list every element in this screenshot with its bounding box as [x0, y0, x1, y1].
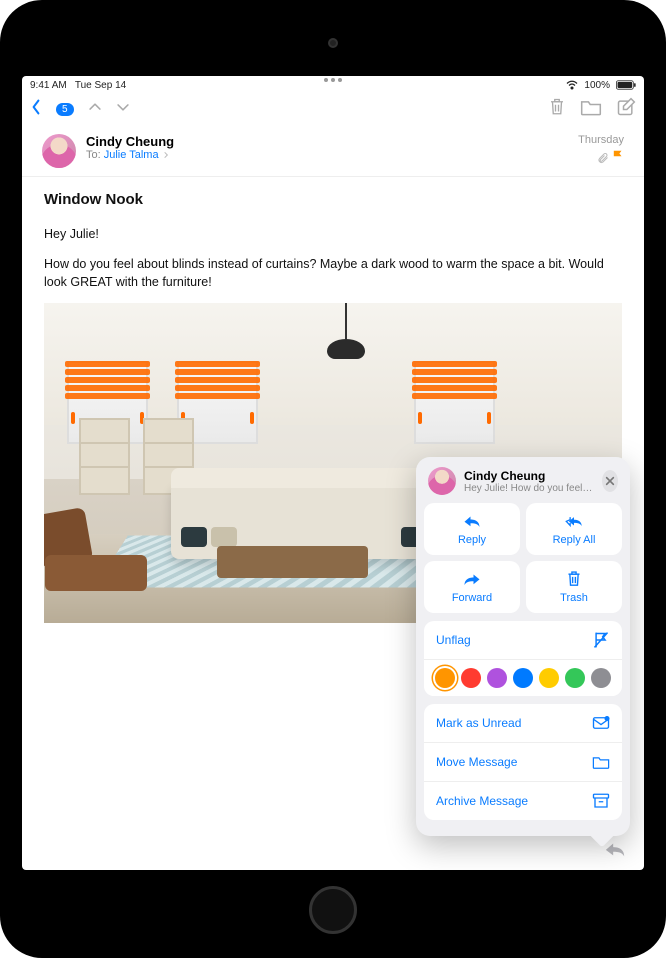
message-actions-sheet: Cindy Cheung Hey Julie! How do you feel …: [416, 457, 630, 836]
forward-icon: [463, 570, 481, 588]
flag-color-dot[interactable]: [513, 668, 533, 688]
trash-action-button[interactable]: Trash: [526, 561, 622, 613]
sender-avatar[interactable]: [42, 134, 76, 168]
flag-color-row: [424, 659, 622, 696]
ipad-device-frame: 9:41 AM Tue Sep 14 100%: [0, 0, 666, 958]
sheet-preview-text: Hey Julie! How do you feel ab…: [464, 483, 594, 494]
mail-unread-icon: [592, 714, 610, 732]
flag-icon: [612, 155, 624, 167]
move-message-label: Move Message: [436, 755, 517, 769]
wifi-icon: [566, 80, 578, 90]
message-header: Cindy Cheung To: Julie Talma Thursday: [22, 124, 644, 177]
folder-icon: [592, 753, 610, 771]
to-label: To:: [86, 149, 101, 161]
message-indicators: [597, 150, 624, 167]
archive-message-row[interactable]: Archive Message: [424, 781, 622, 820]
back-button[interactable]: [30, 99, 42, 120]
status-bar: 9:41 AM Tue Sep 14 100%: [22, 76, 644, 94]
front-camera: [328, 38, 338, 48]
home-button[interactable]: [309, 886, 357, 934]
prev-message-button[interactable]: [88, 100, 102, 118]
unflag-label: Unflag: [436, 633, 471, 647]
attachment-icon: [597, 152, 609, 164]
screen: 9:41 AM Tue Sep 14 100%: [22, 76, 644, 870]
inbox-count-badge[interactable]: 5: [56, 103, 74, 116]
flag-color-dot[interactable]: [539, 668, 559, 688]
reply-toolbar-button[interactable]: [604, 839, 626, 864]
sheet-header: Cindy Cheung Hey Julie! How do you feel …: [424, 465, 622, 503]
sheet-avatar: [428, 467, 456, 495]
message-subject: Window Nook: [44, 189, 622, 211]
trash-icon: [565, 570, 583, 588]
sheet-sender-name: Cindy Cheung: [464, 469, 594, 483]
message-greeting: Hey Julie!: [44, 225, 622, 243]
unflag-row[interactable]: Unflag: [424, 621, 622, 659]
battery-percent: 100%: [584, 80, 610, 91]
flag-color-dot[interactable]: [487, 668, 507, 688]
message-date: Thursday: [578, 134, 624, 146]
flag-color-dot[interactable]: [565, 668, 585, 688]
next-message-button[interactable]: [116, 100, 130, 118]
move-folder-button[interactable]: [580, 98, 602, 121]
forward-label: Forward: [452, 592, 492, 604]
status-date: Tue Sep 14: [75, 80, 126, 91]
flag-color-dot[interactable]: [591, 668, 611, 688]
flag-color-dot[interactable]: [461, 668, 481, 688]
sender-name[interactable]: Cindy Cheung: [86, 134, 568, 149]
unflag-icon: [592, 631, 610, 649]
archive-icon: [592, 792, 610, 810]
trash-button[interactable]: [548, 97, 566, 122]
reply-all-button[interactable]: Reply All: [526, 503, 622, 555]
status-time: 9:41 AM: [30, 80, 67, 91]
trash-label: Trash: [560, 592, 588, 604]
sheet-close-button[interactable]: [602, 470, 618, 492]
reply-button[interactable]: Reply: [424, 503, 520, 555]
reply-icon: [463, 512, 481, 530]
status-time-date: 9:41 AM Tue Sep 14: [30, 80, 126, 91]
move-message-row[interactable]: Move Message: [424, 742, 622, 781]
mark-unread-row[interactable]: Mark as Unread: [424, 704, 622, 742]
archive-message-label: Archive Message: [436, 794, 528, 808]
mark-unread-label: Mark as Unread: [436, 716, 521, 730]
forward-button[interactable]: Forward: [424, 561, 520, 613]
battery-icon: [616, 80, 636, 90]
recipient-name: Julie Talma: [104, 149, 159, 161]
reply-all-label: Reply All: [553, 534, 596, 546]
flag-color-dot[interactable]: [435, 668, 455, 688]
recipient-line[interactable]: To: Julie Talma: [86, 149, 568, 161]
mail-toolbar: 5: [22, 94, 644, 124]
compose-button[interactable]: [616, 97, 636, 122]
message-text: How do you feel about blinds instead of …: [44, 255, 622, 291]
reply-all-icon: [565, 512, 583, 530]
multitask-dots[interactable]: [324, 78, 342, 82]
reply-label: Reply: [458, 534, 486, 546]
